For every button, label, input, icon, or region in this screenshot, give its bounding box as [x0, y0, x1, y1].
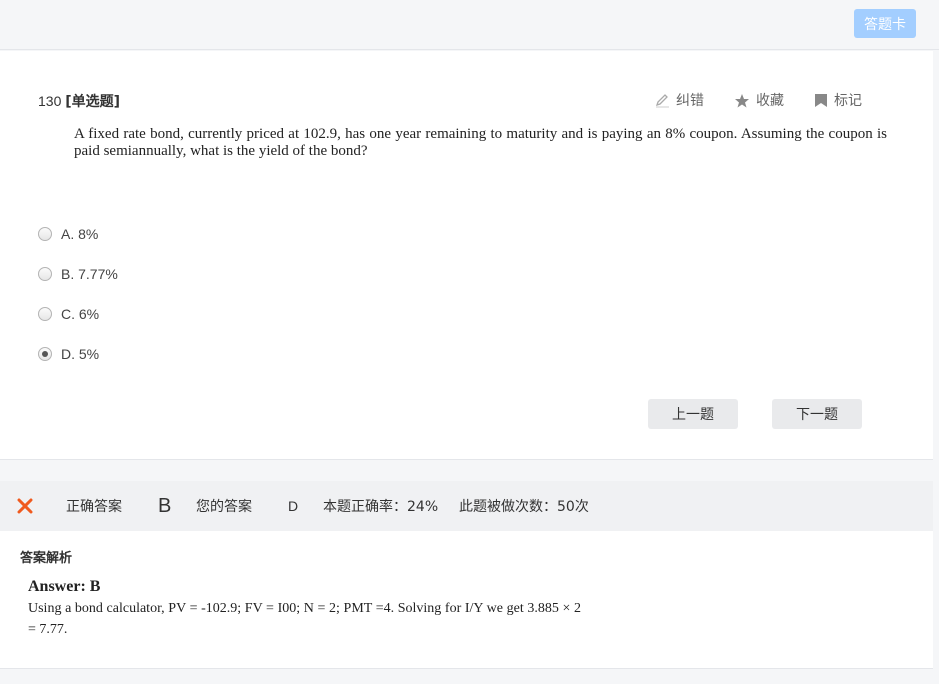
radio-c[interactable]	[38, 307, 52, 321]
option-c-label: C. 6%	[61, 306, 100, 322]
option-a[interactable]: A. 8%	[38, 226, 98, 242]
answer-card-button[interactable]: 答题卡	[854, 9, 916, 38]
star-icon	[735, 93, 749, 107]
question-header: 130 [单选题]	[38, 91, 120, 111]
correct-answer-label: 正确答案	[66, 499, 122, 515]
attempt-count: 此题被做次数：50次	[459, 499, 589, 515]
prev-question-button[interactable]: 上一题	[648, 399, 738, 429]
option-d-label: D. 5%	[61, 346, 100, 362]
radio-a[interactable]	[38, 227, 52, 241]
your-answer-value: D	[288, 498, 299, 514]
question-number: 130	[38, 93, 62, 109]
next-question-button[interactable]: 下一题	[772, 399, 862, 429]
pencil-icon	[655, 93, 669, 107]
your-answer-label: 您的答案	[196, 499, 252, 515]
question-stem: A fixed rate bond, currently priced at 1…	[74, 126, 887, 159]
favorite-button[interactable]: 收藏	[734, 90, 784, 110]
favorite-label: 收藏	[756, 93, 784, 109]
report-error-label: 纠错	[676, 93, 704, 109]
analysis-title: 答案解析	[20, 551, 73, 566]
analysis-answer: Answer: B	[28, 578, 101, 595]
correct-answer-value: B	[158, 494, 172, 517]
bookmark-icon	[815, 93, 827, 107]
accuracy-rate: 本题正确率：24%	[323, 499, 439, 515]
option-b-label: B. 7.77%	[61, 266, 118, 282]
report-error-button[interactable]: 纠错	[655, 90, 704, 110]
wrong-icon	[16, 481, 34, 531]
option-c[interactable]: C. 6%	[38, 306, 99, 322]
question-panel: 130 [单选题] 纠错 收藏 标记 A fixed rate bond, cu…	[0, 51, 933, 460]
result-bar: 正确答案 B 您的答案 D 本题正确率：24% 此题被做次数：50次	[0, 481, 933, 531]
question-type: [单选题]	[65, 94, 121, 110]
analysis-panel: 答案解析 Answer: B Using a bond calculator, …	[0, 531, 933, 669]
mark-button[interactable]: 标记	[814, 90, 862, 110]
radio-d[interactable]	[38, 347, 52, 361]
question-tools: 纠错 收藏 标记	[655, 90, 862, 110]
option-a-label: A. 8%	[61, 226, 99, 242]
radio-b[interactable]	[38, 267, 52, 281]
mark-label: 标记	[834, 93, 862, 109]
top-bar: 答题卡	[0, 0, 939, 50]
option-d[interactable]: D. 5%	[38, 346, 99, 362]
analysis-text: Using a bond calculator, PV = -102.9; FV…	[28, 601, 581, 637]
option-b[interactable]: B. 7.77%	[38, 266, 118, 282]
